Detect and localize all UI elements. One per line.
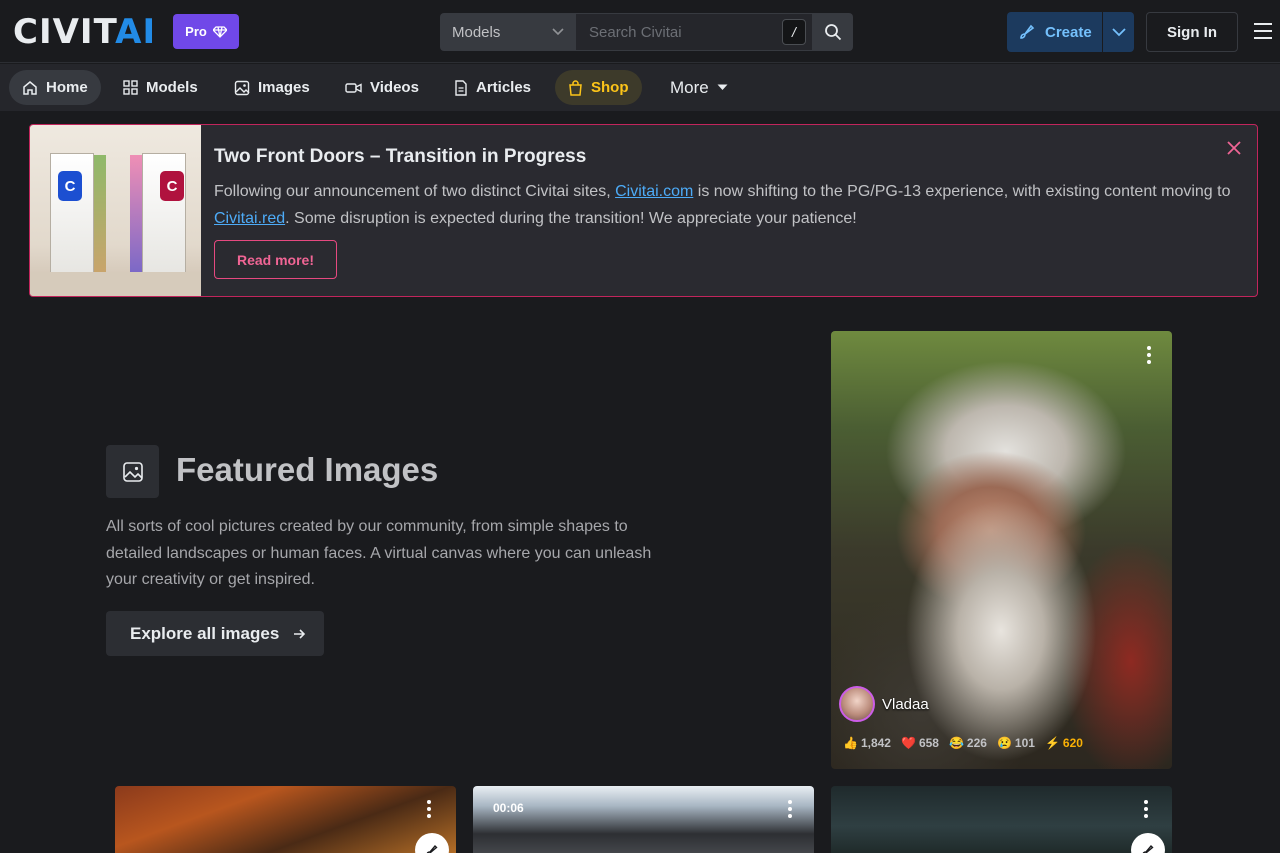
home-icon	[23, 80, 37, 95]
heart-icon: ❤️	[900, 736, 916, 750]
nav-models[interactable]: Models	[110, 70, 211, 105]
hamburger-menu-icon[interactable]	[1252, 20, 1274, 42]
nav-shop[interactable]: Shop	[555, 70, 642, 105]
civitai-logo[interactable]: CIVITAI	[13, 15, 156, 49]
top-header: CIVITAI Pro Models Search Civitai / Crea…	[0, 0, 1280, 63]
search-bar: Models Search Civitai /	[440, 13, 853, 51]
brush-icon	[1142, 844, 1154, 853]
laugh-reaction[interactable]: 😂 226	[949, 736, 987, 750]
diamond-icon	[212, 25, 227, 38]
nav-home[interactable]: Home	[9, 70, 101, 105]
search-icon	[825, 24, 842, 41]
heart-reaction[interactable]: ❤️ 658	[901, 736, 939, 750]
main-nav: Home Models Images Videos Articles Shop …	[0, 64, 1280, 111]
explore-label: Explore all images	[130, 623, 280, 643]
shopping-bag-icon	[569, 79, 582, 96]
search-shortcut-key: /	[782, 19, 806, 45]
brush-icon	[426, 844, 438, 853]
like-reaction[interactable]: 👍 1,842	[843, 736, 891, 750]
image-card[interactable]	[115, 786, 456, 853]
nav-more[interactable]: More	[657, 70, 741, 105]
featured-image-card[interactable]: Vladaa 👍 1,842 ❤️ 658 😂 226 😢 101 ⚡ 620	[831, 331, 1172, 769]
username[interactable]: Vladaa	[882, 696, 929, 713]
cry-icon: 😢	[996, 736, 1012, 750]
civitai-red-badge: C	[160, 171, 184, 201]
civitai-com-link[interactable]: Civitai.com	[615, 183, 693, 200]
more-options-icon[interactable]	[1147, 345, 1151, 365]
civitai-red-link[interactable]: Civitai.red	[214, 210, 285, 227]
explore-all-images-button[interactable]: Explore all images	[106, 611, 324, 656]
cry-reaction[interactable]: 😢 101	[997, 736, 1035, 750]
video-icon	[345, 82, 362, 93]
search-category-value: Models	[452, 23, 501, 41]
avatar[interactable]	[839, 686, 875, 722]
close-icon[interactable]	[1225, 139, 1243, 157]
search-button[interactable]	[813, 13, 853, 51]
brush-icon	[1020, 24, 1035, 39]
chevron-down-icon	[1111, 27, 1126, 36]
announcement-title: Two Front Doors – Transition in Progress	[214, 146, 587, 167]
image-icon	[234, 80, 250, 95]
nav-models-label: Models	[146, 79, 198, 96]
featured-description: All sorts of cool pictures created by ou…	[106, 518, 652, 588]
more-options-icon[interactable]	[1144, 799, 1148, 819]
nav-videos[interactable]: Videos	[332, 70, 432, 105]
caret-down-icon	[717, 84, 728, 90]
more-options-icon[interactable]	[788, 799, 792, 819]
door-gap-left	[92, 155, 106, 273]
grid-icon	[123, 80, 138, 95]
nav-images[interactable]: Images	[221, 70, 323, 105]
image-icon	[122, 461, 143, 482]
video-duration: 00:06	[493, 801, 524, 815]
nav-shop-label: Shop	[591, 79, 629, 96]
nav-home-label: Home	[46, 79, 88, 96]
buzz-reaction[interactable]: ⚡ 620	[1045, 736, 1083, 750]
nav-videos-label: Videos	[370, 79, 419, 96]
civitai-com-badge: C	[58, 171, 82, 201]
more-options-icon[interactable]	[427, 799, 431, 819]
create-dropdown-toggle[interactable]	[1102, 12, 1134, 52]
lightning-icon: ⚡	[1044, 736, 1060, 750]
image-card[interactable]	[831, 786, 1172, 853]
announcement-banner: C C Two Front Doors – Transition in Prog…	[29, 124, 1258, 297]
floor	[30, 272, 201, 296]
read-more-button[interactable]: Read more!	[214, 240, 337, 279]
search-category-select[interactable]: Models	[440, 13, 576, 51]
video-card[interactable]: 00:06	[473, 786, 814, 853]
laugh-icon: 😂	[948, 736, 964, 750]
featured-image-icon-box	[106, 445, 159, 498]
article-icon	[455, 79, 467, 96]
nav-more-label: More	[670, 77, 709, 97]
chevron-down-icon	[552, 28, 564, 36]
create-button[interactable]: Create	[1007, 12, 1134, 52]
reaction-bar: 👍 1,842 ❤️ 658 😂 226 😢 101 ⚡ 620	[843, 736, 1083, 750]
create-label: Create	[1045, 23, 1092, 41]
search-input[interactable]: Search Civitai /	[576, 13, 813, 51]
remix-button[interactable]	[1131, 833, 1165, 853]
pro-button[interactable]: Pro	[173, 14, 239, 49]
arrow-right-icon	[294, 628, 306, 639]
nav-images-label: Images	[258, 79, 310, 96]
pro-label: Pro	[185, 24, 207, 39]
announcement-text: Following our announcement of two distin…	[214, 183, 1231, 227]
sign-in-button[interactable]: Sign In	[1146, 12, 1238, 52]
nav-articles-label: Articles	[476, 79, 532, 96]
thumbs-up-icon: 👍	[843, 736, 858, 750]
card-user[interactable]: Vladaa	[839, 686, 929, 722]
featured-title: Featured Images	[176, 451, 439, 488]
remix-button[interactable]	[415, 833, 449, 853]
search-placeholder: Search Civitai	[589, 23, 682, 41]
nav-articles[interactable]: Articles	[441, 70, 544, 105]
announcement-image: C C	[30, 125, 201, 296]
